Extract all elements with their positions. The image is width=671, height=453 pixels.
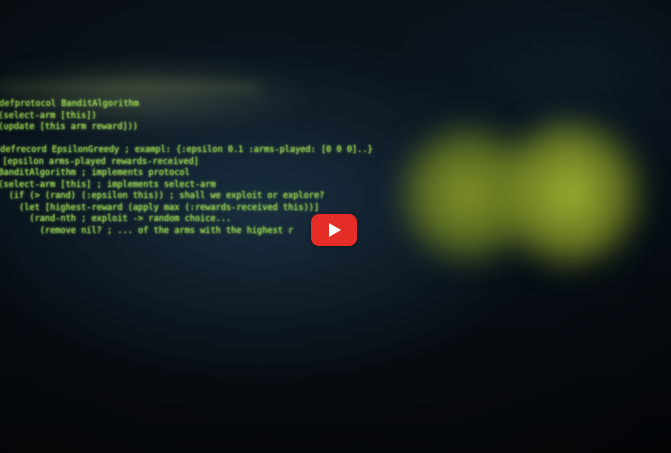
- code-line: (defrecord EpsilonGreedy ; exampl: {:eps…: [0, 145, 373, 155]
- play-button[interactable]: [311, 214, 357, 246]
- code-line: [epsilon arms-played rewards-received]: [0, 156, 199, 167]
- video-player[interactable]: (defprotocol BanditAlgorithm (select-arm…: [0, 0, 671, 453]
- code-line: (select-arm [this]): [0, 110, 97, 121]
- light-streak: [0, 84, 260, 90]
- code-line: (if (> (rand) (:epsilon this)) ; shall w…: [0, 191, 325, 201]
- code-line: (select-arm [this] ; implements select-a…: [0, 179, 216, 190]
- code-line: (defprotocol BanditAlgorithm: [0, 99, 139, 109]
- play-icon: [329, 223, 341, 237]
- bokeh-light-right: [495, 118, 645, 268]
- code-line: (update [this arm reward])): [0, 122, 139, 132]
- code-line: BanditAlgorithm ; implements protocol: [0, 168, 190, 178]
- code-line: (let [highest-reward (apply max (:reward…: [0, 202, 320, 213]
